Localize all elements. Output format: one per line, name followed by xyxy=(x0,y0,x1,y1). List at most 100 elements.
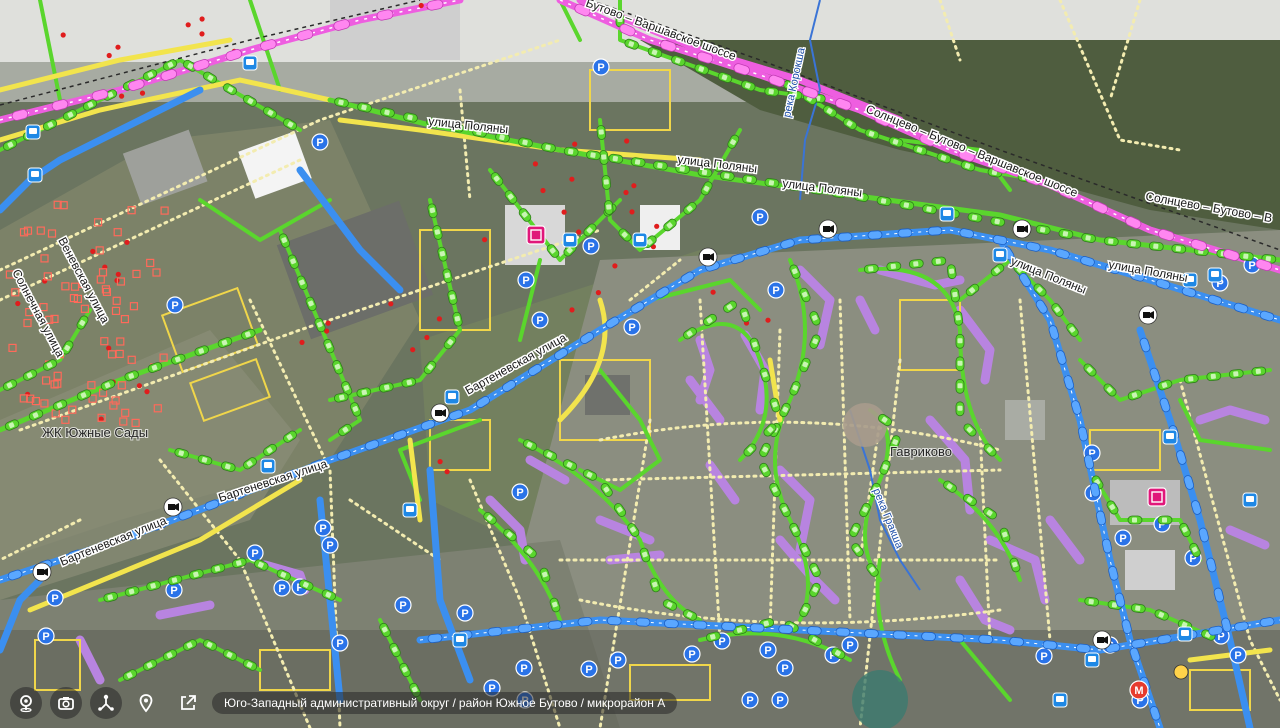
parking-marker[interactable]: P xyxy=(582,237,600,255)
speed-camera-marker[interactable] xyxy=(1012,219,1032,239)
bus-stop-marker[interactable] xyxy=(1084,652,1100,668)
red-dot-marker xyxy=(60,32,66,38)
bus-stop-marker[interactable] xyxy=(402,502,418,518)
parking-marker[interactable]: P xyxy=(394,596,412,614)
parking-marker[interactable]: P xyxy=(531,311,549,329)
car-marker xyxy=(692,620,708,630)
svg-text:P: P xyxy=(520,663,527,675)
parking-marker[interactable]: P xyxy=(273,579,291,597)
parking-marker[interactable]: P xyxy=(751,208,769,226)
parking-marker[interactable]: P xyxy=(741,691,759,709)
parking-marker[interactable]: P xyxy=(166,296,184,314)
parking-marker[interactable]: P xyxy=(609,651,627,669)
bus-stop-marker[interactable] xyxy=(242,55,258,71)
bus-stop-marker[interactable] xyxy=(562,232,578,248)
red-dot-marker xyxy=(654,223,660,229)
car-marker xyxy=(835,627,851,637)
speed-camera-marker[interactable] xyxy=(698,247,718,267)
breadcrumb-item[interactable]: район Южное Бутово xyxy=(459,696,578,710)
red-dot-marker xyxy=(325,320,331,326)
open-external-button[interactable] xyxy=(172,687,204,719)
parking-marker[interactable]: P xyxy=(623,318,641,336)
speed-camera-marker[interactable] xyxy=(163,497,183,517)
bus-stop-marker[interactable] xyxy=(1177,626,1193,642)
panorama-button[interactable] xyxy=(50,687,82,719)
bus-stop-marker[interactable] xyxy=(992,247,1008,263)
svg-text:P: P xyxy=(688,649,695,661)
parking-marker[interactable]: P xyxy=(1229,646,1247,664)
parking-marker[interactable]: P xyxy=(456,604,474,622)
red-dot-marker xyxy=(436,316,442,322)
bus-stop-marker[interactable] xyxy=(1162,429,1178,445)
parking-marker[interactable]: P xyxy=(580,660,598,678)
parking-marker[interactable]: P xyxy=(1114,529,1132,547)
bus-stop-marker[interactable] xyxy=(260,458,276,474)
parking-marker[interactable]: P xyxy=(331,634,349,652)
car-marker xyxy=(921,631,936,641)
speed-camera-marker[interactable] xyxy=(1138,305,1158,325)
parking-marker[interactable]: P xyxy=(314,519,332,537)
bus-stop-marker[interactable] xyxy=(452,632,468,648)
car-marker xyxy=(1126,239,1142,249)
parking-marker[interactable]: P xyxy=(517,271,535,289)
parking-marker[interactable]: P xyxy=(321,536,339,554)
parking-marker[interactable]: P xyxy=(841,636,859,654)
parking-marker[interactable]: P xyxy=(246,544,264,562)
camera-marker[interactable] xyxy=(1173,664,1189,680)
svg-text:M: M xyxy=(1134,685,1143,697)
route-button[interactable] xyxy=(90,687,122,719)
shopping-mall-marker[interactable] xyxy=(1147,487,1167,507)
bus-stop-marker[interactable] xyxy=(27,167,43,183)
svg-text:P: P xyxy=(746,695,753,707)
shopping-mall-marker[interactable] xyxy=(526,225,546,245)
parking-marker[interactable]: P xyxy=(767,281,785,299)
breadcrumb-item[interactable]: Юго-Западный административный округ xyxy=(224,696,450,710)
bus-stop-marker[interactable] xyxy=(25,124,41,140)
svg-text:P: P xyxy=(336,638,343,650)
car-marker xyxy=(978,634,994,644)
car-marker xyxy=(1042,640,1058,650)
parking-marker[interactable]: P xyxy=(511,483,529,501)
breadcrumb-item[interactable]: микрорайон А xyxy=(587,696,665,710)
car-marker xyxy=(955,333,965,349)
car-marker xyxy=(807,234,823,244)
parking-marker[interactable]: P xyxy=(759,641,777,659)
breadcrumb: Юго-Западный административный округ / райо… xyxy=(212,692,678,714)
red-dot-marker xyxy=(482,237,488,243)
svg-text:P: P xyxy=(316,137,323,149)
map-canvas[interactable]: PPPPPPPPPPPPPPPPPPPPP PPPPPPP PP PPPPPPPPPP… xyxy=(0,0,1280,728)
svg-text:P: P xyxy=(781,663,788,675)
place-marker-button[interactable] xyxy=(130,687,162,719)
parking-marker[interactable]: P xyxy=(37,627,55,645)
parking-marker[interactable]: P xyxy=(771,691,789,709)
parking-marker[interactable]: P xyxy=(311,133,329,151)
bus-stop-marker[interactable] xyxy=(1207,267,1223,283)
bus-stop-marker[interactable] xyxy=(1242,492,1258,508)
red-dot-marker xyxy=(623,189,629,196)
speed-camera-marker[interactable] xyxy=(430,403,450,423)
car-marker xyxy=(1183,374,1199,384)
parking-marker[interactable]: P xyxy=(1035,647,1053,665)
speed-camera-marker[interactable] xyxy=(818,219,838,239)
parking-marker[interactable]: P xyxy=(683,645,701,663)
breadcrumb-separator: / xyxy=(580,696,584,710)
bus-stop-marker[interactable] xyxy=(444,389,460,405)
parking-marker[interactable]: P xyxy=(776,659,794,677)
red-dot-marker xyxy=(629,209,635,215)
metro-marker[interactable]: M xyxy=(1129,680,1149,700)
parking-marker[interactable]: P xyxy=(515,659,533,677)
bus-stop-marker[interactable] xyxy=(939,206,955,222)
speed-camera-marker[interactable] xyxy=(1092,630,1112,650)
car-marker xyxy=(601,175,611,190)
bus-stop-marker[interactable] xyxy=(1052,692,1068,708)
location-button[interactable] xyxy=(10,687,42,719)
svg-text:P: P xyxy=(846,640,853,652)
svg-text:P: P xyxy=(319,523,326,535)
bus-stop-marker[interactable] xyxy=(632,232,648,248)
car-marker xyxy=(892,630,908,640)
svg-text:P: P xyxy=(597,62,604,74)
car-marker xyxy=(1238,251,1254,262)
parking-marker[interactable]: P xyxy=(46,589,64,607)
speed-camera-marker[interactable] xyxy=(32,562,52,582)
parking-marker[interactable]: P xyxy=(592,58,610,76)
